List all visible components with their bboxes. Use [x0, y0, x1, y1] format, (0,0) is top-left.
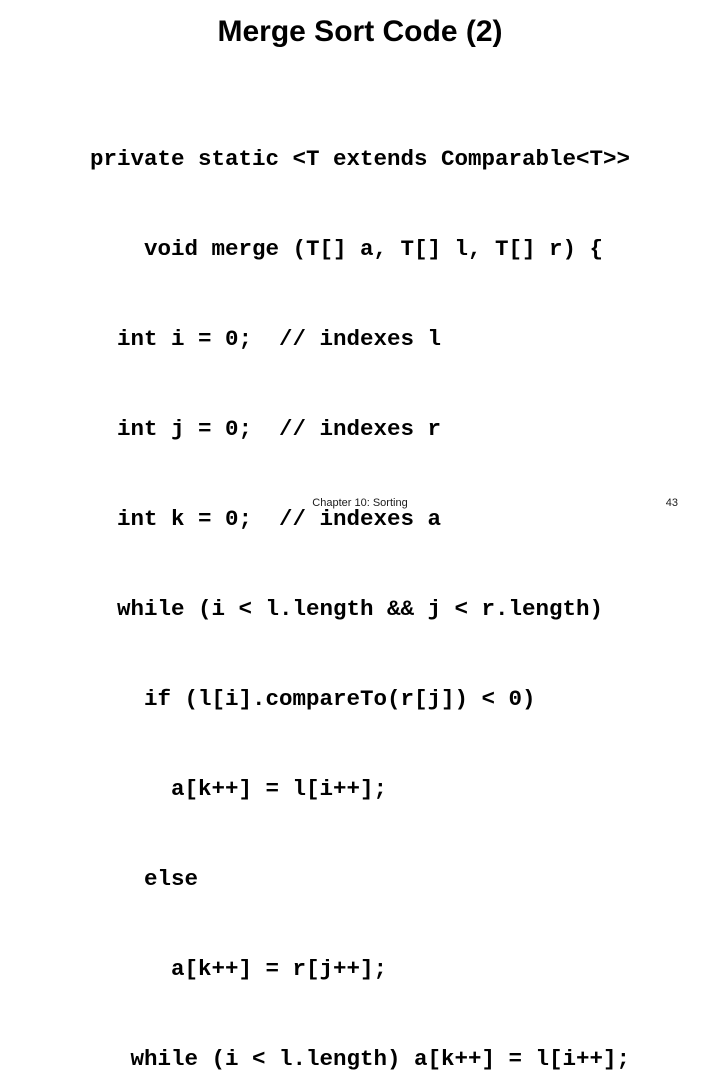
- code-line: while (i < l.length) a[k++] = l[i++];: [89, 1046, 631, 1072]
- code-block: private static <T extends Comparable<T>>…: [0, 84, 720, 1080]
- slide: Merge Sort Code (2) private static <T ex…: [0, 0, 720, 1072]
- code-line: a[k++] = r[j++];: [89, 956, 388, 982]
- code-line: a[k++] = l[i++];: [89, 776, 388, 802]
- code-line: private static <T extends Comparable<T>>: [89, 146, 631, 172]
- code-line: else: [89, 866, 198, 892]
- page-title: Merge Sort Code (2): [217, 15, 503, 48]
- slide-footer: Chapter 10: Sorting 43: [0, 496, 720, 516]
- footer-chapter-label: Chapter 10: Sorting: [312, 497, 408, 509]
- code-line: void merge (T[] a, T[] l, T[] r) {: [89, 236, 604, 262]
- code-line: while (i < l.length && j < r.length): [89, 596, 604, 622]
- code-line: if (l[i].compareTo(r[j]) < 0): [89, 686, 536, 712]
- code-line: int i = 0; // indexes l: [89, 326, 442, 352]
- footer-page-number: 43: [665, 497, 678, 509]
- code-listing: private static <T extends Comparable<T>>…: [90, 84, 630, 1080]
- code-line: int j = 0; // indexes r: [89, 416, 442, 442]
